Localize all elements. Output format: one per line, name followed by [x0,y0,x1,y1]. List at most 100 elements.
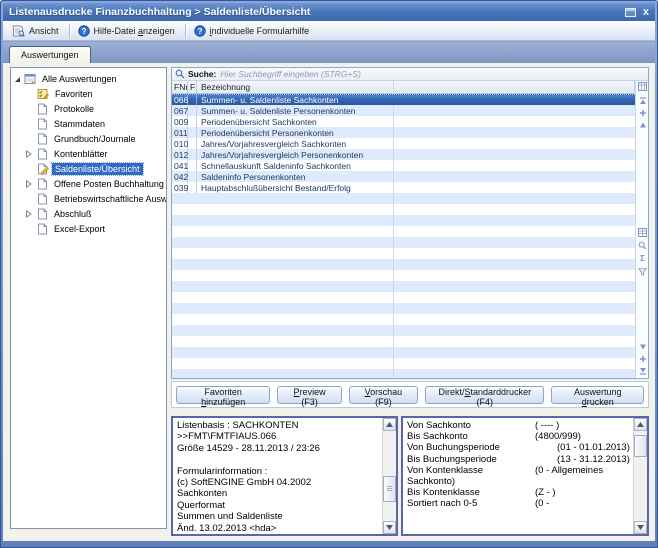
info-line: Sachkonten [177,488,382,499]
search-zoom-icon[interactable] [637,240,648,251]
tree-item-betriebswirtschaftliche-auswertungen[interactable]: Betriebswirtschaftliche Auswertungen [11,191,166,206]
column-header-bezeichnung[interactable]: Bezeichnung [197,81,635,93]
column-chooser-icon[interactable] [637,81,648,92]
parameter-row: Von Buchungsperiode(01 - 01.01.2013) [407,442,633,453]
tree-item-alle-auswertungen[interactable]: Alle Auswertungen [11,71,166,86]
parameter-label: Von Kontenklasse [407,465,535,476]
tree-item-kontenblaetter[interactable]: Kontenblätter [11,146,166,161]
tab-page: Alle Auswertungen Favoriten Protokolle S… [3,63,655,541]
auswertung-drucken-button[interactable]: Auswertung drucken [551,386,644,404]
table-row[interactable]: 010 Jahres/Vorjahresvergleich Sachkonten [172,138,635,149]
info-line [177,454,382,465]
tree-item-label: Protokolle [51,103,97,115]
cell-f [188,116,197,127]
table-row[interactable]: 011Periodenübersicht Personenkonten [172,127,635,138]
hilfe-datei-anzeigen-button[interactable]: ? Hilfe-Datei anzeigen [73,22,182,40]
cell-bezeichnung: Jahres/Vorjahresvergleich Sachkonten [197,139,635,149]
column-header-fnr[interactable]: FNr [172,81,188,93]
restore-window-icon[interactable] [625,8,636,17]
scroll-down-arrow-icon[interactable] [383,521,396,534]
toolbar: Ansicht ? Hilfe-Datei anzeigen ? individ… [3,21,655,41]
cell-fnr: 039 [172,182,188,193]
parameter-label: Bis Sachkonto [407,431,535,442]
tree-item-excel-export[interactable]: Excel-Export [11,221,166,236]
table-row[interactable]: 012Jahres/Vorjahresvergleich Personenkon… [172,149,635,160]
parameter-row: Bis Sachkonto(4800/999) [407,431,633,442]
table-row[interactable]: 066Summen- u. Saldenliste Sachkonten [172,94,635,105]
parameter-value: (01 - 01.01.2013) [557,442,630,453]
tab-auswertungen[interactable]: Auswertungen [9,46,91,63]
scroll-last-icon[interactable] [637,365,648,376]
sum-icon[interactable]: Σ [637,253,648,264]
table-row[interactable]: 009Periodenübersicht Sachkonten [172,116,635,127]
vorschau-f9-button[interactable]: Vorschau (F9) [349,386,418,404]
document-edit-icon [37,163,49,175]
tree-item-label: Alle Auswertungen [39,73,120,85]
cell-bezeichnung: Periodenübersicht Personenkonten [197,128,635,138]
cell-bezeichnung: Saldeninfo Personenkonten [197,172,635,182]
list-info-box: Listenbasis : SACHKONTEN >>FMT\FMTFIAUS.… [171,416,398,536]
help-icon: ? [194,25,206,37]
scroll-up-icon[interactable] [637,119,648,130]
favoriten-hinzufuegen-button[interactable]: Favoriten hinzufügen [176,386,270,404]
cell-fnr: 010 [172,138,188,149]
scrollbar-thumb[interactable] [634,435,647,457]
toolbar-separator [69,24,70,38]
tree-expanded-arrow-icon[interactable] [14,76,21,83]
close-icon[interactable]: x [643,8,649,17]
cell-bezeichnung: Summen- u. Saldenliste Personenkonten [197,106,635,116]
info-line: Größe 14529 - 28.11.2013 / 23:26 [177,443,382,454]
tree-item-label: Grundbuch/Journale [51,133,139,145]
tree-item-stammdaten[interactable]: Stammdaten [11,116,166,131]
insert-row-icon[interactable] [637,107,648,118]
individuelle-formularhilfe-button[interactable]: ? individuelle Formularhilfe [189,22,317,40]
tree-item-grundbuch-journale[interactable]: Grundbuch/Journale [11,131,166,146]
scroll-up-arrow-icon[interactable] [634,418,647,431]
cell-fnr: 066 [172,95,188,105]
table-row[interactable]: 042 Saldeninfo Personenkonten [172,171,635,182]
filter-icon[interactable] [637,266,648,277]
cell-f [188,127,197,138]
parameter-value: (4800/999) [535,431,581,442]
ansicht-button[interactable]: Ansicht [7,22,66,40]
table-row[interactable]: 041Schnellauskunft Saldeninfo Sachkonten [172,160,635,171]
preview-f3-button[interactable]: Preview (F3) [277,386,341,404]
column-header-f[interactable]: F [188,81,197,93]
tree-item-abschluss[interactable]: Abschluß [11,206,166,221]
tree-item-favoriten[interactable]: Favoriten [11,86,166,101]
tree-collapsed-arrow-icon[interactable] [25,180,32,188]
table-header: FNr F Bezeichnung [172,81,635,94]
search-placeholder: Hier Suchbegriff eingeben (STRG+S) [220,69,361,79]
info-line: Änd. 13.02.2013 <hda> [177,523,382,534]
document-icon [37,118,48,130]
cell-f [188,171,197,182]
append-row-icon[interactable] [637,353,648,364]
search-field[interactable]: Suche: Hier Suchbegriff eingeben (STRG+S… [172,68,648,81]
document-icon [37,178,48,190]
parameter-row: Von Sachkonto( ---- ) [407,420,633,431]
scrollbar[interactable] [633,418,647,534]
scrollbar[interactable] [382,418,396,534]
grid-view-icon[interactable] [637,227,648,238]
parameter-row: Von Kontenklasse(0 - Allgemeines Sachkon… [407,465,633,487]
cell-fnr: 041 [172,160,188,171]
tree-item-protokolle[interactable]: Protokolle [11,101,166,116]
parameters-text: Von Sachkonto( ---- ) Bis Sachkonto(4800… [403,419,633,534]
scroll-up-arrow-icon[interactable] [383,418,396,431]
column-divider [393,81,394,378]
scroll-first-icon[interactable] [637,95,648,106]
parameter-label: Sortiert nach 0-5 [407,498,535,509]
table-row[interactable]: 039Hauptabschlußübersicht Bestand/Erfolg [172,182,635,193]
direkt-standarddrucker-f4-button[interactable]: Direkt/Standarddrucker (F4) [425,386,544,404]
scrollbar-thumb[interactable] [383,476,396,502]
scroll-down-icon[interactable] [637,341,648,352]
cell-f [188,95,197,105]
tree-item-offene-posten-buchhaltung[interactable]: Offene Posten Buchhaltung [11,176,166,191]
tree-item-label: Excel-Export [51,223,108,235]
scroll-down-arrow-icon[interactable] [634,521,647,534]
tree-collapsed-arrow-icon[interactable] [25,210,32,218]
cell-fnr: 042 [172,171,188,182]
tree-collapsed-arrow-icon[interactable] [25,150,32,158]
table-row[interactable]: 067Summen- u. Saldenliste Personenkonten [172,105,635,116]
tree-item-saldenliste-uebersicht[interactable]: Saldenliste/Übersicht [11,161,166,176]
